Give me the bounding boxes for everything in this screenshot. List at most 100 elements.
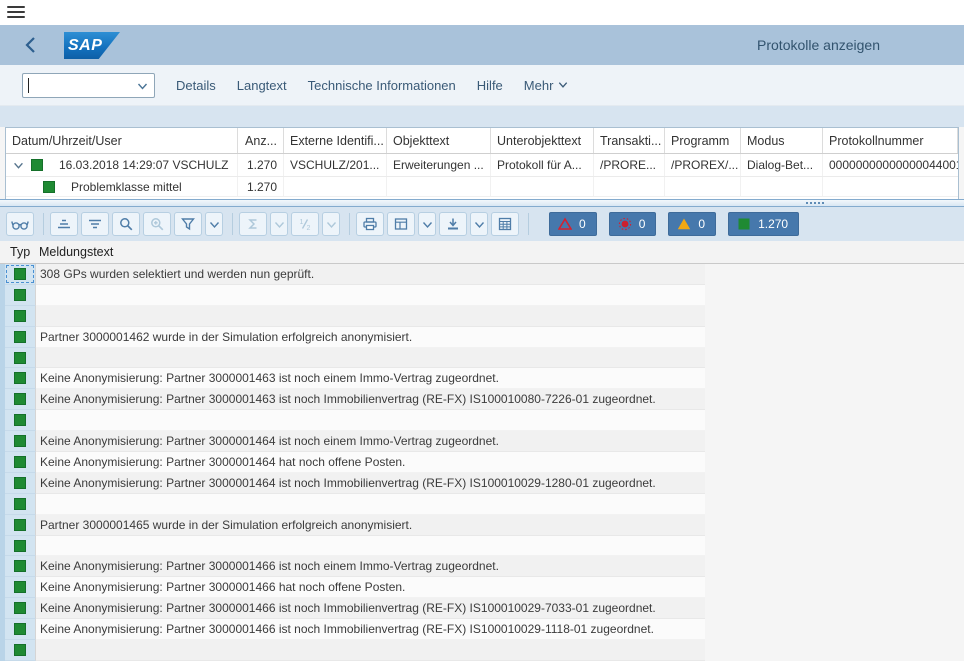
list-item[interactable]: Keine Anonymisierung: Partner 3000001466… bbox=[0, 619, 705, 640]
command-combobox[interactable] bbox=[22, 73, 155, 98]
chevron-down-icon bbox=[557, 79, 569, 91]
subtotal-menu-button[interactable] bbox=[322, 212, 340, 236]
message-type-cell bbox=[5, 285, 36, 306]
message-text bbox=[36, 285, 705, 306]
list-item[interactable] bbox=[0, 494, 705, 515]
list-item[interactable]: Partner 3000001465 wurde in der Simulati… bbox=[0, 515, 705, 536]
menu-bar: Details Langtext Technische Informatione… bbox=[0, 65, 964, 106]
column-header-transaktion[interactable]: Transakti... bbox=[594, 128, 665, 153]
views-menu-button[interactable] bbox=[418, 212, 436, 236]
sum-menu-button[interactable] bbox=[270, 212, 288, 236]
column-header-anzahl[interactable]: Anz... bbox=[238, 128, 284, 153]
message-type-cell bbox=[5, 306, 36, 327]
filter-button[interactable] bbox=[174, 212, 202, 236]
list-item[interactable]: Partner 3000001462 wurde in der Simulati… bbox=[0, 327, 705, 348]
sort-descending-button[interactable] bbox=[81, 212, 109, 236]
menu-item-mehr[interactable]: Mehr bbox=[524, 78, 570, 93]
search-icon bbox=[118, 216, 134, 232]
details-glasses-button[interactable] bbox=[6, 212, 34, 236]
filter-warnings-button[interactable]: 0 bbox=[668, 212, 716, 236]
sort-ascending-button[interactable] bbox=[50, 212, 78, 236]
table-row[interactable]: 16.03.2018 14:29:07 VSCHULZ 1.270 VSCHUL… bbox=[6, 154, 958, 177]
back-chevron-icon bbox=[25, 36, 36, 54]
sap-logo: SAP bbox=[64, 32, 120, 59]
list-item[interactable]: Keine Anonymisierung: Partner 3000001464… bbox=[0, 431, 705, 452]
filter-success-button[interactable]: 1.270 bbox=[728, 212, 799, 236]
log-modus: Dialog-Bet... bbox=[741, 154, 823, 176]
success-square-icon bbox=[14, 602, 26, 614]
sigma-icon bbox=[245, 216, 261, 232]
message-type-cell bbox=[5, 619, 36, 640]
list-item[interactable]: Keine Anonymisierung: Partner 3000001464… bbox=[0, 473, 705, 494]
filter-errors-triangle-button[interactable]: 0 bbox=[549, 212, 597, 236]
filter-menu-button[interactable] bbox=[205, 212, 223, 236]
list-item[interactable] bbox=[0, 306, 705, 327]
list-item[interactable] bbox=[0, 285, 705, 306]
filter-errors-circle-button[interactable]: 0 bbox=[609, 212, 657, 236]
splitter-handle[interactable] bbox=[0, 199, 964, 207]
column-header-unterobjekttext[interactable]: Unterobjekttext bbox=[491, 128, 594, 153]
success-square-icon bbox=[14, 310, 26, 322]
list-item[interactable]: Keine Anonymisierung: Partner 3000001463… bbox=[0, 368, 705, 389]
print-button[interactable] bbox=[356, 212, 384, 236]
layout-grid-button[interactable] bbox=[491, 212, 519, 236]
table-row[interactable]: Problemklasse mittel 1.270 bbox=[6, 177, 958, 197]
hamburger-menu-icon[interactable] bbox=[7, 6, 25, 19]
log-protokollnummer: 00000000000000044001 bbox=[823, 154, 958, 176]
message-list: 308 GPs wurden selektiert und werden nun… bbox=[0, 264, 705, 661]
list-item[interactable]: Keine Anonymisierung: Partner 3000001466… bbox=[0, 577, 705, 598]
column-header-objekttext[interactable]: Objekttext bbox=[387, 128, 491, 153]
back-button[interactable] bbox=[20, 34, 40, 56]
list-item[interactable] bbox=[0, 536, 705, 557]
views-button[interactable] bbox=[387, 212, 415, 236]
column-header-protokollnummer[interactable]: Protokollnummer bbox=[823, 128, 958, 153]
message-text: Keine Anonymisierung: Partner 3000001464… bbox=[36, 473, 705, 494]
message-text bbox=[36, 410, 705, 431]
message-text bbox=[36, 348, 705, 369]
menu-item-details[interactable]: Details bbox=[176, 78, 216, 93]
list-item[interactable]: Keine Anonymisierung: Partner 3000001466… bbox=[0, 556, 705, 577]
success-square-icon bbox=[14, 352, 26, 364]
message-type-cell bbox=[5, 473, 36, 494]
column-header-modus[interactable]: Modus bbox=[741, 128, 823, 153]
export-button[interactable] bbox=[439, 212, 467, 236]
list-item[interactable]: Keine Anonymisierung: Partner 3000001464… bbox=[0, 452, 705, 473]
message-text: Keine Anonymisierung: Partner 3000001464… bbox=[36, 431, 705, 452]
menu-item-langtext[interactable]: Langtext bbox=[237, 78, 287, 93]
success-square-icon bbox=[14, 414, 26, 426]
subtotal-button[interactable]: 1 2 bbox=[291, 212, 319, 236]
message-text: Keine Anonymisierung: Partner 3000001466… bbox=[36, 577, 705, 598]
message-list-header: Typ Meldungstext bbox=[0, 241, 964, 264]
log-datetime-user: 16.03.2018 14:29:07 VSCHULZ bbox=[59, 158, 228, 172]
export-menu-button[interactable] bbox=[470, 212, 488, 236]
list-item[interactable]: Keine Anonymisierung: Partner 3000001463… bbox=[0, 389, 705, 410]
menu-item-technische-informationen[interactable]: Technische Informationen bbox=[308, 78, 456, 93]
find-button[interactable] bbox=[112, 212, 140, 236]
menu-item-hilfe[interactable]: Hilfe bbox=[477, 78, 503, 93]
column-header-meldungstext: Meldungstext bbox=[36, 245, 113, 259]
message-text bbox=[36, 494, 705, 515]
sum-button[interactable] bbox=[239, 212, 267, 236]
success-square-icon bbox=[14, 372, 26, 384]
list-item[interactable] bbox=[0, 348, 705, 369]
message-text bbox=[36, 536, 705, 557]
list-item[interactable]: 308 GPs wurden selektiert und werden nun… bbox=[0, 264, 705, 285]
toolbar-separator bbox=[528, 213, 529, 235]
glasses-icon bbox=[10, 216, 30, 232]
printer-icon bbox=[362, 216, 378, 232]
expand-chevron-icon[interactable] bbox=[12, 159, 25, 172]
message-type-cell bbox=[5, 264, 36, 285]
column-header-typ: Typ bbox=[0, 245, 36, 259]
success-square-icon bbox=[14, 477, 26, 489]
success-square-icon bbox=[14, 540, 26, 552]
list-item[interactable] bbox=[0, 410, 705, 431]
message-text: Keine Anonymisierung: Partner 3000001466… bbox=[36, 556, 705, 577]
column-header-datum[interactable]: Datum/Uhrzeit/User bbox=[6, 128, 238, 153]
success-square-icon bbox=[14, 435, 26, 447]
find-next-button[interactable] bbox=[143, 212, 171, 236]
list-item[interactable] bbox=[0, 640, 705, 661]
column-header-programm[interactable]: Programm bbox=[665, 128, 741, 153]
list-item[interactable]: Keine Anonymisierung: Partner 3000001466… bbox=[0, 598, 705, 619]
column-header-externe-id[interactable]: Externe Identifi... bbox=[284, 128, 387, 153]
warning-triangle-icon bbox=[677, 217, 691, 231]
